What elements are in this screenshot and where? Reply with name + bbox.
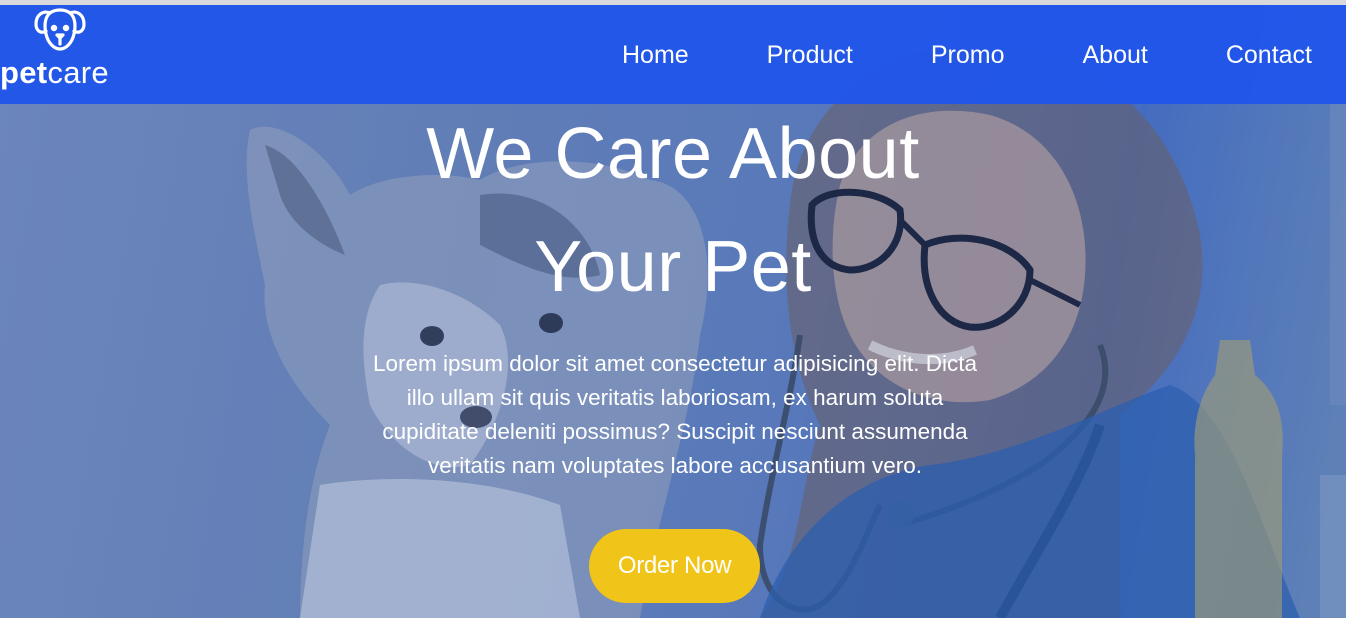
main-nav: Home Product Promo About Contact bbox=[583, 5, 1346, 104]
hero-title: We Care About Your Pet bbox=[273, 98, 1073, 324]
brand-name-bold: pet bbox=[0, 55, 48, 90]
nav-link-contact[interactable]: Contact bbox=[1187, 35, 1346, 75]
nav-link-home[interactable]: Home bbox=[583, 35, 728, 75]
hero-title-line-2: Your Pet bbox=[534, 227, 812, 307]
top-navbar: petcare Home Product Promo About Contact bbox=[0, 5, 1346, 104]
nav-link-about[interactable]: About bbox=[1043, 35, 1186, 75]
brand-logo[interactable]: petcare bbox=[0, 5, 130, 104]
brand-name-regular: care bbox=[47, 55, 109, 90]
brand-wordmark: petcare bbox=[0, 53, 109, 93]
dog-face-icon bbox=[34, 8, 86, 51]
hero-description: Lorem ipsum dolor sit amet consectetur a… bbox=[372, 351, 977, 478]
hero-title-line-1: We Care About bbox=[426, 114, 920, 194]
nav-link-promo[interactable]: Promo bbox=[892, 35, 1044, 75]
order-now-button[interactable]: Order Now bbox=[589, 529, 760, 603]
nav-link-product[interactable]: Product bbox=[728, 35, 892, 75]
